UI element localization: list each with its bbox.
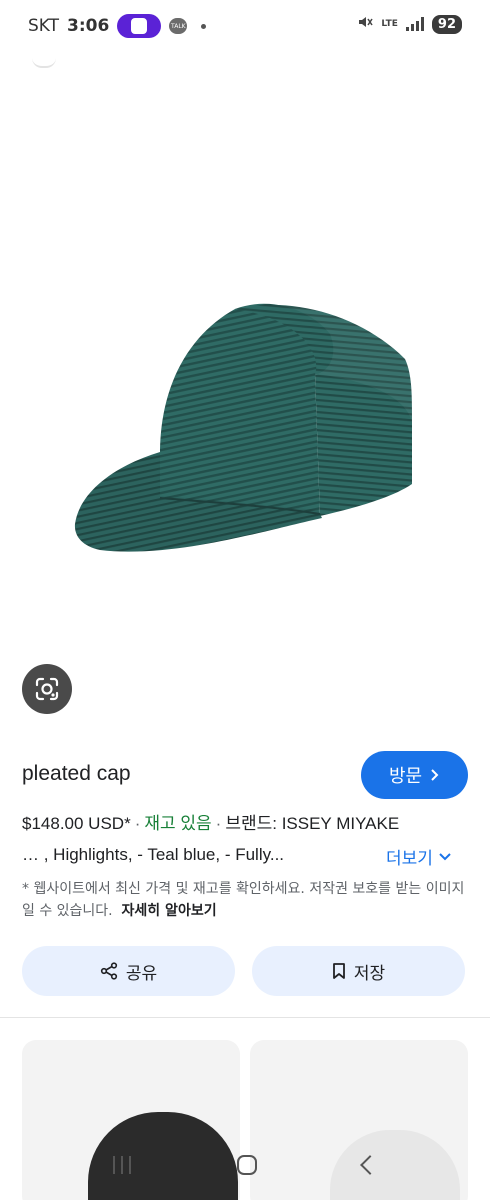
product-description: … , Highlights, - Teal blue, - Fully... xyxy=(22,845,285,864)
disclaimer-note: * 웹사이트에서 최신 가격 및 재고를 확인하세요. 저작권 보호를 받는 이… xyxy=(22,878,468,922)
learn-more-link[interactable]: 자세히 알아보기 xyxy=(122,903,217,919)
notification-dot-icon xyxy=(201,23,207,29)
brand: 브랜드: ISSEY MIYAKE xyxy=(225,814,400,833)
chevron-down-icon xyxy=(439,852,451,860)
recents-icon[interactable] xyxy=(113,1156,131,1174)
clock: 3:06 xyxy=(67,16,110,36)
status-bar-left: SKT 3:06 TALK xyxy=(28,14,207,38)
battery-indicator: 92 xyxy=(431,14,462,34)
more-button[interactable]: 더보기 xyxy=(386,844,451,869)
product-image-area[interactable] xyxy=(0,54,490,724)
share-icon xyxy=(100,962,117,980)
signal-icon xyxy=(405,17,424,31)
product-image xyxy=(74,303,412,552)
save-button[interactable]: 저장 xyxy=(252,946,465,996)
visit-button-label: 방문 xyxy=(388,766,423,787)
home-icon[interactable] xyxy=(237,1155,257,1175)
chevron-right-icon xyxy=(431,769,439,781)
status-bar-right: LTE 92 xyxy=(357,14,462,34)
mute-icon xyxy=(357,14,373,34)
carrier-label: SKT xyxy=(28,16,60,36)
product-title: pleated cap xyxy=(22,762,131,785)
status-bar: SKT 3:06 TALK LTE 92 xyxy=(0,0,490,54)
section-divider xyxy=(0,1017,490,1018)
disclaimer-text: * 웹사이트에서 최신 가격 및 재고를 확인하세요. 저작권 보호를 받는 이… xyxy=(22,881,465,919)
google-lens-button[interactable] xyxy=(22,664,72,714)
back-icon[interactable] xyxy=(360,1155,380,1175)
more-button-label: 더보기 xyxy=(386,849,433,869)
share-button[interactable]: 공유 xyxy=(22,946,235,996)
stock-status: 재고 있음 xyxy=(144,814,212,833)
network-type: LTE xyxy=(381,18,398,29)
system-navigation-bar xyxy=(0,1130,490,1200)
lens-icon xyxy=(35,677,59,701)
visit-button[interactable]: 방문 xyxy=(361,751,468,799)
image-edge-decoration xyxy=(32,58,56,68)
product-meta: $148.00 USD* · 재고 있음 · 브랜드: ISSEY MIYAKE xyxy=(22,814,400,833)
talk-icon: TALK xyxy=(169,18,188,34)
save-label: 저장 xyxy=(353,963,386,984)
app-notification-icon xyxy=(117,14,162,38)
price: $148.00 USD* xyxy=(22,814,131,833)
bookmark-icon xyxy=(332,963,345,979)
share-label: 공유 xyxy=(125,963,158,984)
